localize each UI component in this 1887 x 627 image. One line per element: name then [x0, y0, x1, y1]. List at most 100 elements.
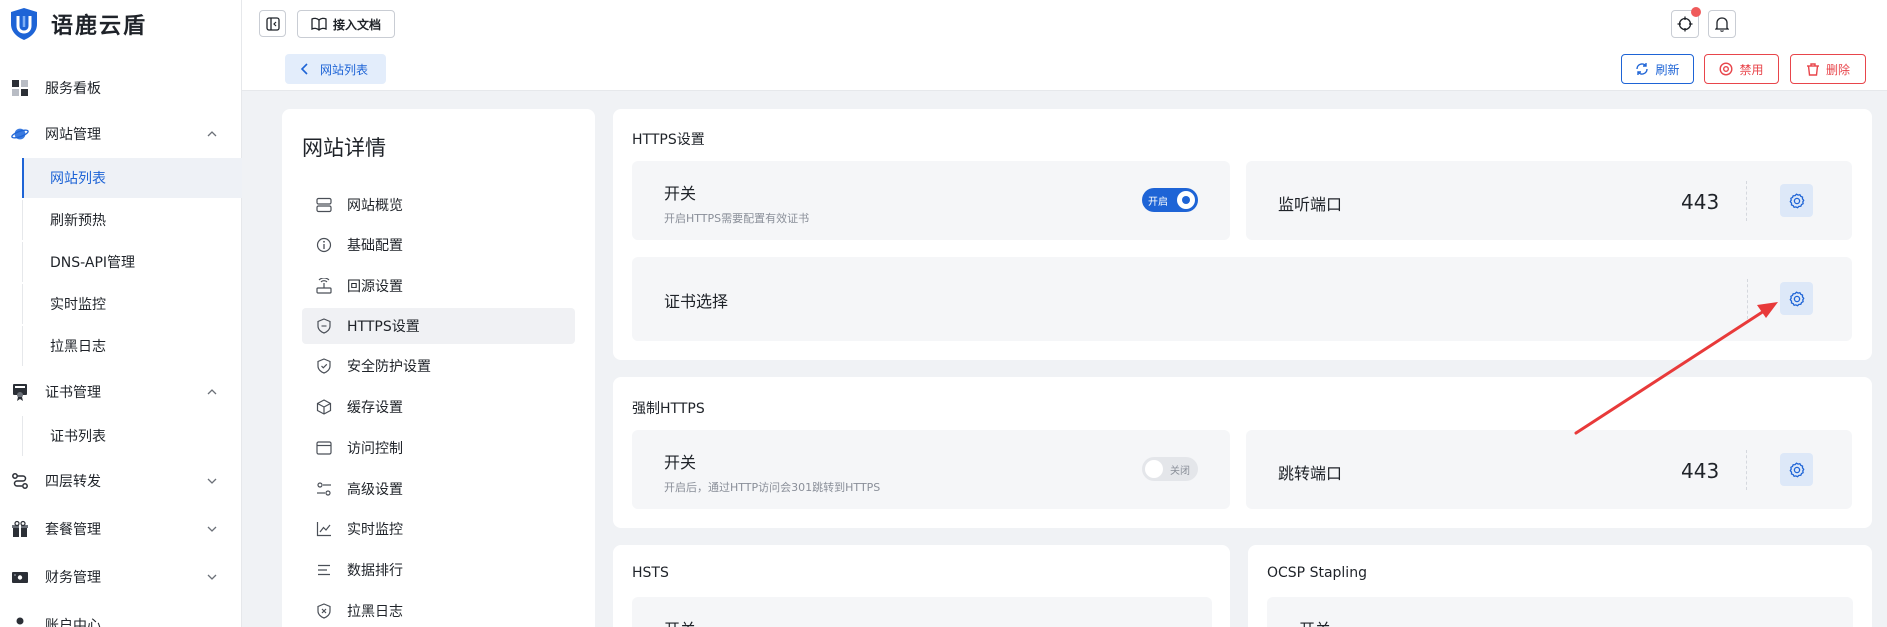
- sidebar-subitem-refresh-preheat[interactable]: 刷新预热: [22, 200, 242, 240]
- sidebar-subitem-label: 刷新预热: [50, 213, 106, 229]
- menu-item-monitor[interactable]: 实时监控: [302, 511, 575, 547]
- menu-item-label: 拉黑日志: [347, 604, 403, 620]
- menu-item-basic-config[interactable]: 基础配置: [302, 227, 575, 263]
- shield-x-icon: [315, 602, 333, 620]
- sidebar-subitem-dns-api[interactable]: DNS-API管理: [22, 242, 242, 282]
- toggle-knob: [1177, 191, 1195, 209]
- chevron-down-icon: [207, 478, 217, 484]
- force-https-switch-desc: 开启后，通过HTTP访问会301跳转到HTTPS: [664, 481, 881, 494]
- collapse-sidebar-button[interactable]: [259, 10, 286, 37]
- sidebar-subitem-cert-list[interactable]: 证书列表: [22, 416, 242, 456]
- sidebar-item-label: 财务管理: [45, 570, 101, 586]
- ocsp-title: OCSP Stapling: [1267, 565, 1367, 581]
- menu-item-label: 数据排行: [347, 563, 403, 579]
- shield-check-icon: [315, 357, 333, 375]
- chevron-up-icon: [207, 389, 217, 395]
- menu-item-label: 回源设置: [347, 279, 403, 295]
- menu-item-block-log[interactable]: 拉黑日志: [302, 593, 575, 627]
- docs-label: 接入文档: [332, 17, 381, 32]
- cert-select-panel: 证书选择: [632, 257, 1852, 341]
- hsts-title: HSTS: [632, 565, 669, 581]
- menu-item-label: 网站概览: [347, 198, 403, 214]
- https-switch-label: 开关: [664, 184, 697, 203]
- user-icon: [11, 616, 29, 627]
- sidebar-item-website[interactable]: 网站管理: [0, 114, 241, 154]
- menu-item-label: 缓存设置: [347, 400, 403, 416]
- sidebar-item-label: 证书管理: [45, 385, 101, 401]
- sidebar-subitem-label: 实时监控: [50, 297, 106, 313]
- sidebar-item-package[interactable]: 套餐管理: [0, 509, 241, 549]
- sidebar-item-label: 套餐管理: [45, 522, 101, 538]
- redirect-port-panel: 跳转端口 443: [1246, 430, 1852, 509]
- menu-item-label: 实时监控: [347, 522, 403, 538]
- menu-item-cache[interactable]: 缓存设置: [302, 389, 575, 425]
- hsts-switch-panel: 开关: [632, 597, 1212, 627]
- cert-select-label: 证书选择: [664, 292, 729, 311]
- refresh-button[interactable]: 刷新: [1621, 54, 1694, 84]
- route-icon: [11, 472, 29, 490]
- https-switch-desc: 开启HTTPS需要配置有效证书: [664, 212, 810, 225]
- sidebar-subitem-label: 网站列表: [50, 171, 106, 187]
- sidebar-subitem-label: 拉黑日志: [50, 339, 106, 355]
- delete-button[interactable]: 删除: [1790, 54, 1866, 84]
- cert-select-settings-button[interactable]: [1780, 282, 1813, 315]
- gear-icon: [1789, 192, 1804, 208]
- menu-item-label: HTTPS设置: [347, 319, 420, 335]
- wallet-icon: [11, 568, 29, 586]
- force-https-toggle[interactable]: 关闭: [1142, 457, 1198, 481]
- notifications-button[interactable]: [1708, 10, 1736, 38]
- docs-button[interactable]: 接入文档: [297, 10, 395, 38]
- detail-title: 网站详情: [302, 136, 386, 160]
- sliders-icon: [315, 480, 333, 498]
- sidebar-item-finance[interactable]: 财务管理: [0, 557, 241, 597]
- server-icon: [315, 196, 333, 214]
- gift-icon: [11, 520, 29, 538]
- menu-item-label: 高级设置: [347, 482, 403, 498]
- menu-item-origin[interactable]: 回源设置: [302, 268, 575, 304]
- delete-label: 删除: [1825, 62, 1850, 77]
- sidebar-subitem-label: 证书列表: [50, 429, 106, 445]
- sidebar-item-l4-forward[interactable]: 四层转发: [0, 461, 241, 501]
- certificate-icon: [11, 383, 29, 401]
- trash-icon: [1806, 63, 1819, 76]
- sidebar-subitem-realtime-monitor[interactable]: 实时监控: [22, 284, 242, 324]
- menu-item-security[interactable]: 安全防护设置: [302, 348, 575, 384]
- menu-item-overview[interactable]: 网站概览: [302, 187, 575, 223]
- menu-item-https[interactable]: HTTPS设置: [302, 308, 575, 344]
- menu-item-label: 基础配置: [347, 238, 403, 254]
- menu-item-ranking[interactable]: 数据排行: [302, 552, 575, 588]
- sidebar-subitem-block-log[interactable]: 拉黑日志: [22, 326, 242, 366]
- chart-icon: [315, 520, 333, 538]
- redirect-port-value: 443: [1681, 459, 1720, 483]
- sidebar: 语鹿云盾 服务看板 网站管理 网站列表 刷新预热 DNS-API管理 实时监控 …: [0, 0, 242, 627]
- sidebar-item-account[interactable]: 账户中心: [0, 605, 241, 627]
- sidebar-item-label: 账户中心: [45, 618, 101, 627]
- https-port-panel: 监听端口 443: [1246, 161, 1852, 240]
- menu-item-access-control[interactable]: 访问控制: [302, 430, 575, 466]
- refresh-icon: [1636, 63, 1649, 75]
- toggle-knob: [1145, 460, 1163, 478]
- force-https-switch-panel: 开关 开启后，通过HTTP访问会301跳转到HTTPS 关闭: [632, 430, 1230, 509]
- sidebar-item-certificate[interactable]: 证书管理: [0, 372, 241, 412]
- crosshair-icon: [1677, 16, 1693, 32]
- sidebar-subitem-label: DNS-API管理: [50, 255, 136, 271]
- sidebar-subitem-website-list[interactable]: 网站列表: [22, 158, 242, 198]
- disable-button[interactable]: 禁用: [1704, 54, 1779, 84]
- bell-icon: [1715, 17, 1729, 32]
- ocsp-card: OCSP Stapling 开关: [1248, 545, 1872, 627]
- menu-item-advanced[interactable]: 高级设置: [302, 471, 575, 507]
- back-to-website-list-button[interactable]: 网站列表: [285, 54, 386, 84]
- https-switch-panel: 开关 开启HTTPS需要配置有效证书 开启: [632, 161, 1230, 240]
- gear-icon: [1789, 290, 1804, 306]
- book-icon: [311, 17, 327, 31]
- sidebar-item-dashboard[interactable]: 服务看板: [0, 68, 241, 108]
- listen-port-value: 443: [1681, 190, 1720, 214]
- back-label: 网站列表: [320, 62, 369, 77]
- https-toggle[interactable]: 开启: [1142, 188, 1198, 212]
- sidebar-toggle-icon: [265, 16, 280, 31]
- disable-label: 禁用: [1739, 62, 1764, 77]
- brand-logo: 语鹿云盾: [9, 6, 147, 42]
- redirect-port-settings-button[interactable]: [1780, 453, 1813, 486]
- listen-port-settings-button[interactable]: [1780, 184, 1813, 217]
- sidebar-item-label: 四层转发: [45, 474, 101, 490]
